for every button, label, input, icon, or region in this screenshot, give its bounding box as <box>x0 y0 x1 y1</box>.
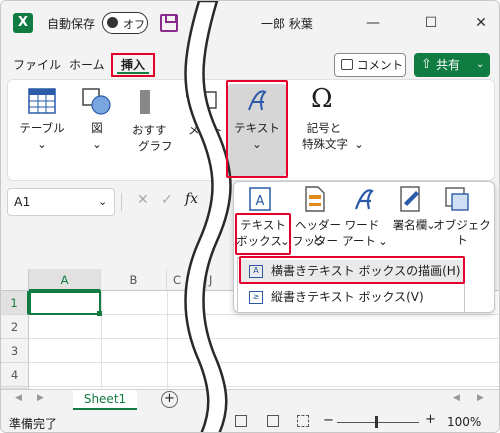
svg-text:A: A <box>256 194 265 209</box>
wordart-icon[interactable] <box>352 185 376 213</box>
object-label[interactable]: オブジェクト <box>430 218 494 248</box>
comment-button-label: コメント <box>357 58 403 72</box>
wavy-separator <box>184 1 232 432</box>
scroll-right-icon[interactable]: ▶ <box>477 393 484 403</box>
wordart-label[interactable]: ワード <box>342 218 382 233</box>
toggle-knob <box>107 17 118 28</box>
scroll-left-icon[interactable]: ◀ <box>15 393 22 403</box>
fill-handle[interactable] <box>97 311 102 316</box>
chart-icon[interactable] <box>140 90 150 114</box>
highlight-text-button <box>226 80 288 178</box>
text-box-icon[interactable]: A <box>248 186 272 212</box>
gridline <box>29 362 499 363</box>
sheet-tab-sheet1[interactable]: Sheet1 <box>73 390 137 410</box>
highlight-textbox-button <box>235 213 291 255</box>
row-header-3[interactable]: 3 <box>1 339 29 363</box>
illustrations-icon[interactable] <box>82 88 112 116</box>
chevron-down-icon: ⌄ <box>92 137 102 151</box>
zoom-in-button[interactable]: + <box>425 412 436 427</box>
vertical-textbox-icon: ≥ <box>249 291 263 304</box>
tab-file[interactable]: ファイル <box>13 56 61 73</box>
object-icon[interactable] <box>444 186 470 212</box>
signature-line-icon[interactable] <box>398 185 424 213</box>
cancel-icon[interactable]: ✕ <box>137 192 149 208</box>
autosave-label: 自動保存 <box>47 17 96 31</box>
scroll-left-icon[interactable]: ◀ <box>453 393 460 403</box>
name-box[interactable]: A1 ⌄ <box>7 188 115 216</box>
title-bar: X 自動保存 オフ 一郎 秋葉 — ☐ ✕ <box>1 1 499 47</box>
row-header-4[interactable]: 4 <box>1 363 29 387</box>
omega-icon[interactable]: Ω <box>311 84 333 114</box>
sheet-tab-bar: ◀ ▶ Sheet1 + ◀ ▶ <box>1 389 499 411</box>
excel-window: X 自動保存 オフ 一郎 秋葉 — ☐ ✕ ファイル ホーム 挿入 コメント ⇧… <box>0 0 500 433</box>
row-header-1[interactable]: 1 <box>1 291 29 315</box>
share-button-label: 共有 <box>436 58 461 72</box>
draw-vertical-textbox-item[interactable]: ≥ 縦書きテキスト ボックス(V) <box>241 286 463 310</box>
zoom-level[interactable]: 100% <box>447 415 481 429</box>
header-footer-icon[interactable] <box>304 185 326 213</box>
share-button[interactable]: ⇧ 共有 ⌄ <box>414 53 490 77</box>
zoom-out-button[interactable]: − <box>323 413 334 428</box>
tab-insert[interactable]: 挿入 <box>111 53 155 77</box>
divider <box>121 193 122 211</box>
active-cell-a1[interactable] <box>29 291 101 315</box>
excel-logo-icon: X <box>13 13 33 33</box>
page-break-icon[interactable] <box>297 415 309 427</box>
autosave-toggle[interactable]: オフ <box>102 12 148 34</box>
chevron-down-icon: ⌄ <box>378 234 388 248</box>
chevron-down-icon: ⌄ <box>37 137 47 151</box>
column-header-a[interactable]: A <box>29 269 101 291</box>
gridline <box>101 291 102 389</box>
table-icon[interactable] <box>28 88 56 114</box>
signature-label[interactable]: 署名欄 <box>392 218 428 233</box>
chevron-down-icon[interactable]: ⌄ <box>98 189 107 215</box>
close-button[interactable]: ✕ <box>469 11 493 35</box>
user-name[interactable]: 一郎 秋葉 <box>261 15 313 32</box>
comment-button[interactable]: コメント <box>334 53 406 77</box>
header-footer-label-2: フッター <box>292 234 338 248</box>
tab-home[interactable]: ホーム <box>69 56 105 73</box>
minimize-button[interactable]: — <box>361 11 385 35</box>
table-button-label[interactable]: テーブル <box>16 120 68 136</box>
select-all-corner[interactable] <box>1 269 29 291</box>
scroll-right-icon[interactable]: ▶ <box>37 393 44 403</box>
gridline <box>29 386 499 387</box>
name-box-value: A1 <box>14 194 31 209</box>
comment-icon <box>341 59 353 70</box>
maximize-button[interactable]: ☐ <box>419 11 443 35</box>
toggle-state-label: オフ <box>123 18 145 31</box>
draw-vertical-textbox-label: 縦書きテキスト ボックス(V) <box>271 290 424 304</box>
row-header-2[interactable]: 2 <box>1 315 29 339</box>
status-ready: 準備完了 <box>9 417 58 431</box>
share-icon: ⇧ <box>421 57 432 72</box>
special-characters-label: 特殊文字 <box>302 137 348 151</box>
chevron-down-icon: ⌄ <box>476 59 485 70</box>
zoom-slider-track[interactable] <box>337 422 419 423</box>
illustrations-label[interactable]: 図 <box>82 120 112 136</box>
zoom-slider-thumb[interactable] <box>375 416 378 428</box>
page-layout-icon[interactable] <box>267 415 279 427</box>
status-bar: 準備完了 − + 100% <box>1 411 499 432</box>
symbols-label[interactable]: 記号と <box>304 120 344 136</box>
highlight-horizontal-item <box>239 256 465 284</box>
wordart-label-2: アート <box>342 234 376 248</box>
gridline <box>29 338 499 339</box>
chevron-down-icon: ⌄ <box>354 137 364 151</box>
